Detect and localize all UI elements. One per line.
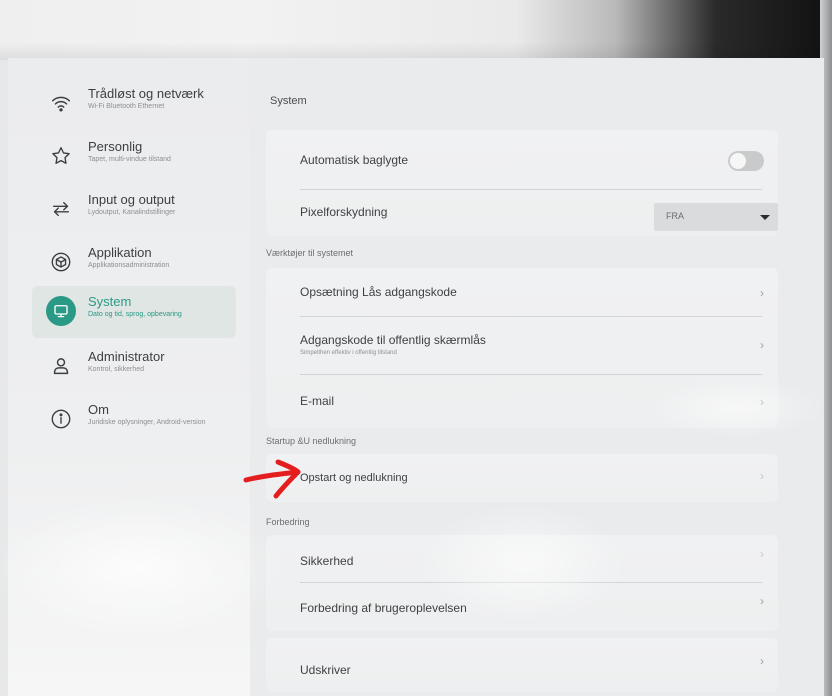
user-icon — [49, 354, 73, 378]
sidebar-item-subtitle: Lydoutput, Kanalindstillinger — [88, 209, 176, 216]
sidebar-item-system[interactable]: System Dato og tid, sprog, opbevaring — [32, 286, 236, 338]
section-label-tools: Værktøjer til systemet — [266, 248, 354, 258]
chevron-right-icon: › — [760, 395, 764, 409]
startup-shutdown-label: Opstart og nedlukning — [300, 472, 408, 484]
email-row[interactable]: E-mail › — [266, 375, 778, 428]
main-panel: System Automatisk baglygte Pixelforskydn… — [250, 58, 824, 696]
sidebar-item-label: Administrator — [88, 349, 165, 364]
sidebar-item-subtitle: Tapet, multi-vindue tilstand — [88, 156, 171, 163]
auto-backlight-row[interactable]: Automatisk baglygte — [266, 130, 778, 189]
sidebar-item-label: Applikation — [88, 245, 152, 260]
sidebar-item-subtitle: Juridiske oplysninger, Android-version — [88, 419, 206, 426]
star-icon — [49, 144, 73, 168]
startup-shutdown-row[interactable]: Opstart og nedlukning › — [266, 454, 778, 502]
pixel-shift-value: FRA — [666, 211, 684, 221]
sidebar-item-application[interactable]: Applikation Applikationsadministration — [32, 237, 236, 289]
sidebar-item-personal[interactable]: Personlig Tapet, multi-vindue tilstand — [32, 131, 236, 183]
page-title: System — [270, 95, 307, 107]
section-label-startup: Startup &U nedlukning — [266, 436, 357, 446]
red-annotation-arrow — [243, 459, 301, 499]
public-lock-password-row[interactable]: Adgangskode til offentlig skærmlås Simpe… — [266, 317, 778, 374]
monitor-icon — [46, 296, 76, 326]
chevron-right-icon: › — [760, 654, 764, 668]
sidebar-item-label: Trådløst og netværk — [88, 86, 204, 101]
security-row[interactable]: Sikkerhed › — [266, 535, 778, 582]
improvement-card: Sikkerhed › Forbedring af brugeroplevels… — [266, 535, 778, 631]
section-label-improvement: Forbedring — [266, 517, 310, 527]
info-icon — [49, 407, 73, 431]
sidebar-item-subtitle: Wi-Fi Bluetooth Ethernet — [88, 103, 165, 110]
user-experience-label: Forbedring af brugeroplevelsen — [300, 601, 467, 615]
sidebar-item-label: Personlig — [88, 139, 143, 154]
sidebar-item-subtitle: Applikationsadministration — [88, 262, 170, 269]
user-experience-row[interactable]: Forbedring af brugeroplevelsen › — [266, 583, 778, 631]
security-label: Sikkerhed — [300, 554, 354, 568]
chevron-right-icon: › — [760, 286, 764, 300]
wifi-icon — [49, 91, 73, 115]
public-lock-password-subtitle: Simpelthen effektiv i offentlig tilstand — [300, 350, 397, 356]
sidebar-item-input-output[interactable]: Input og output Lydoutput, Kanalindstill… — [32, 184, 236, 236]
sidebar-item-label: Input og output — [88, 192, 175, 207]
email-label: E-mail — [300, 394, 335, 408]
startup-card: Opstart og nedlukning › — [266, 454, 778, 502]
pixel-shift-row: Pixelforskydning FRA — [266, 190, 778, 236]
lock-password-setup-label: Opsætning Lås adgangskode — [300, 285, 457, 299]
display-settings-card: Automatisk baglygte Pixelforskydning FRA — [266, 130, 778, 236]
swap-arrows-icon — [49, 197, 73, 221]
printer-card: Udskriver › — [266, 638, 778, 692]
sidebar-item-wireless[interactable]: Trådløst og netværk Wi-Fi Bluetooth Ethe… — [32, 78, 236, 130]
chevron-right-icon: › — [760, 338, 764, 352]
cube-icon — [49, 250, 73, 274]
lock-password-setup-row[interactable]: Opsætning Lås adgangskode › — [266, 268, 778, 316]
chevron-right-icon: › — [760, 594, 764, 608]
settings-screen: Trådløst og netværk Wi-Fi Bluetooth Ethe… — [0, 58, 828, 696]
auto-backlight-toggle[interactable] — [728, 151, 764, 171]
sidebar-item-label: Om — [88, 402, 109, 417]
pixel-shift-dropdown[interactable]: FRA — [654, 203, 778, 231]
toggle-knob — [730, 153, 746, 169]
sidebar-item-subtitle: Dato og tid, sprog, opbevaring — [88, 311, 182, 318]
printer-label: Udskriver — [300, 663, 351, 677]
sidebar-item-label: System — [88, 294, 132, 309]
pixel-shift-label: Pixelforskydning — [300, 205, 388, 219]
printer-row[interactable]: Udskriver › — [266, 638, 778, 692]
sidebar: Trådløst og netværk Wi-Fi Bluetooth Ethe… — [8, 58, 250, 696]
chevron-right-icon: › — [760, 547, 764, 561]
auto-backlight-label: Automatisk baglygte — [300, 153, 409, 167]
sidebar-item-about[interactable]: Om Juridiske oplysninger, Android-versio… — [32, 394, 236, 446]
public-lock-password-label: Adgangskode til offentlig skærmlås — [300, 333, 486, 347]
sidebar-item-administrator[interactable]: Administrator Kontrol, sikkerhed — [32, 341, 236, 393]
system-tools-card: Opsætning Lås adgangskode › Adgangskode … — [266, 268, 778, 428]
background-wall — [0, 0, 832, 60]
chevron-right-icon: › — [760, 469, 764, 483]
sidebar-item-subtitle: Kontrol, sikkerhed — [88, 366, 145, 373]
caret-down-icon — [760, 215, 770, 220]
